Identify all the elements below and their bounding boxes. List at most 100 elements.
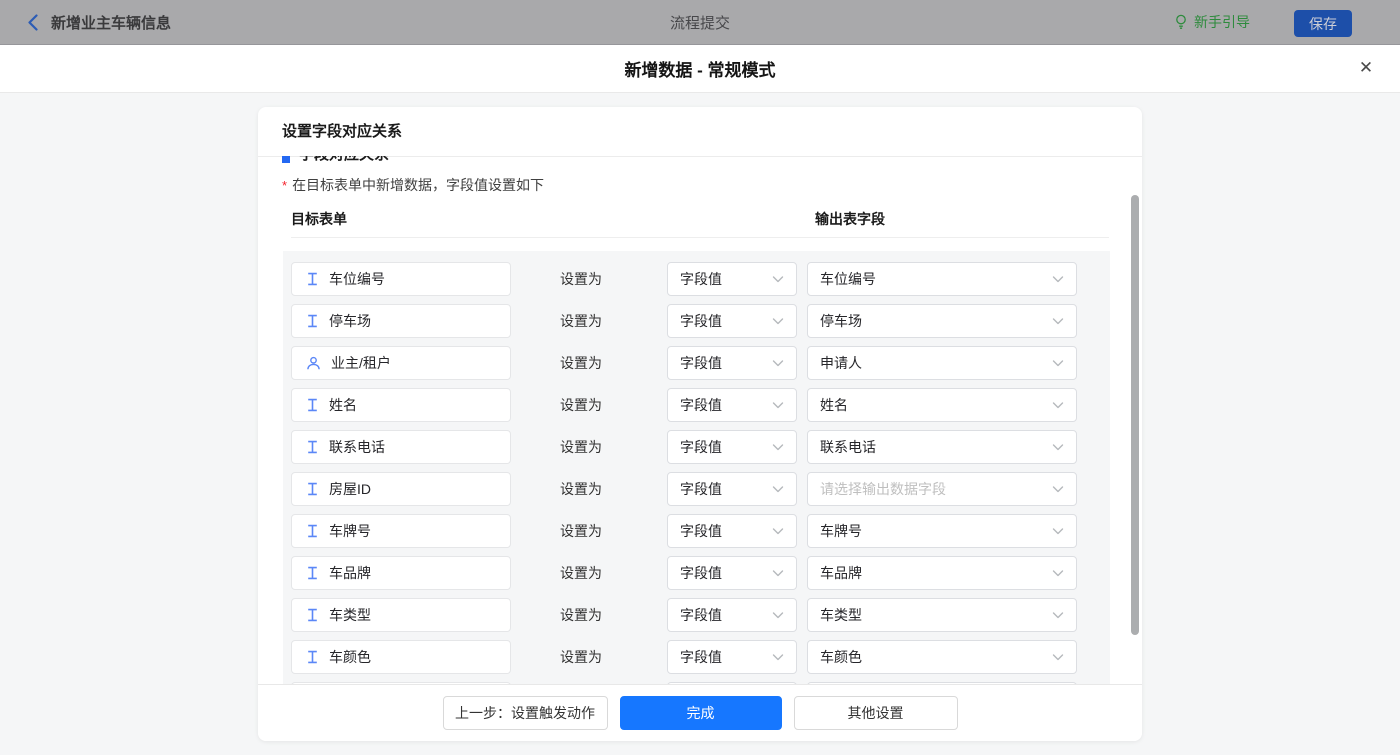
chevron-down-icon [1052, 654, 1064, 661]
panel-title: 设置字段对应关系 [258, 107, 1142, 157]
target-field[interactable]: 车位编号 [291, 262, 511, 296]
instruction-line: * 在目标表单中新增数据，字段值设置如下 [282, 175, 1142, 195]
chevron-down-icon [1052, 402, 1064, 409]
column-output-fields: 输出表字段 [815, 209, 885, 229]
target-field[interactable]: 车品牌 [291, 556, 511, 590]
target-field[interactable]: 房屋ID [291, 472, 511, 506]
output-field-value: 联系电话 [820, 437, 876, 457]
text-field-icon [306, 566, 319, 580]
chevron-down-icon [772, 570, 784, 577]
text-field-icon [306, 314, 319, 328]
output-field-value: 姓名 [820, 395, 848, 415]
chevron-down-icon [772, 360, 784, 367]
beginner-guide-link[interactable]: 新手引导 [1174, 0, 1250, 44]
set-as-label: 设置为 [560, 304, 602, 338]
target-field-label: 车类型 [329, 605, 371, 625]
set-as-label: 设置为 [560, 598, 602, 632]
output-field-select[interactable]: 联系电话 [807, 430, 1077, 464]
output-field-select[interactable]: 车牌号 [807, 514, 1077, 548]
output-field-select[interactable]: 车品牌 [807, 556, 1077, 590]
column-target-form: 目标表单 [291, 211, 347, 227]
other-settings-button[interactable]: 其他设置 [794, 696, 958, 730]
target-field-label: 车品牌 [329, 563, 371, 583]
chevron-down-icon [772, 528, 784, 535]
chevron-down-icon [772, 402, 784, 409]
beginner-guide-label: 新手引导 [1194, 12, 1250, 32]
target-field-label: 姓名 [329, 395, 357, 415]
value-type-select[interactable]: 字段值 [667, 598, 797, 632]
value-type-select[interactable]: 字段值 [667, 556, 797, 590]
value-type-select[interactable]: 字段值 [667, 430, 797, 464]
output-field-select[interactable]: 车类型 [807, 598, 1077, 632]
chevron-down-icon [772, 612, 784, 619]
target-field[interactable]: 车类型 [291, 598, 511, 632]
output-field-select[interactable]: 车颜色 [807, 640, 1077, 674]
target-field[interactable]: 姓名 [291, 388, 511, 422]
output-field-select[interactable]: 车位编号 [807, 262, 1077, 296]
mapping-rows: 车位编号 设置为 字段值 车位编号 停车场 设置为 [283, 251, 1110, 684]
value-type-label: 字段值 [680, 269, 722, 289]
person-icon [306, 356, 321, 371]
output-field-select[interactable]: 姓名 [807, 388, 1077, 422]
chevron-down-icon [1052, 444, 1064, 451]
output-field-select[interactable]: 请选择输出数据字段 [807, 472, 1077, 506]
chevron-down-icon [1052, 570, 1064, 577]
value-type-select[interactable]: 字段值 [667, 388, 797, 422]
instruction-text: 在目标表单中新增数据，字段值设置如下 [292, 177, 544, 193]
scrollbar-thumb[interactable] [1131, 195, 1139, 635]
set-as-label: 设置为 [560, 640, 602, 674]
field-mapping-row: 房屋ID 设置为 字段值 请选择输出数据字段 [283, 472, 1110, 506]
value-type-label: 字段值 [680, 647, 722, 667]
chevron-down-icon [772, 444, 784, 451]
chevron-down-icon [772, 654, 784, 661]
output-field-value: 车位编号 [820, 269, 876, 289]
chevron-down-icon [772, 276, 784, 283]
chevron-down-icon [772, 318, 784, 325]
value-type-label: 字段值 [680, 605, 722, 625]
target-field[interactable]: 停车场 [291, 304, 511, 338]
prev-step-button[interactable]: 上一步：设置触发动作 [443, 696, 608, 730]
value-type-label: 字段值 [680, 479, 722, 499]
field-mapping-row: 车品牌 设置为 字段值 车品牌 [283, 556, 1110, 590]
set-as-label: 设置为 [560, 556, 602, 590]
field-mapping-row: 车牌号 设置为 字段值 车牌号 [283, 514, 1110, 548]
target-field-label: 联系电话 [329, 437, 385, 457]
text-field-icon [306, 608, 319, 622]
value-type-select[interactable]: 字段值 [667, 346, 797, 380]
text-field-icon [306, 398, 319, 412]
target-field[interactable]: 业主/租户 [291, 346, 511, 380]
set-as-label: 设置为 [560, 472, 602, 506]
target-field-label: 停车场 [329, 311, 371, 331]
field-mapping-row: 姓名 设置为 字段值 姓名 [283, 388, 1110, 422]
value-type-select[interactable]: 字段值 [667, 262, 797, 296]
required-mark: * [282, 178, 287, 193]
save-button[interactable]: 保存 [1294, 10, 1352, 37]
target-field[interactable]: 车颜色 [291, 640, 511, 674]
modal-title: 新增数据 - 常规模式 [0, 45, 1400, 92]
section-bullet [282, 156, 290, 163]
target-field-label: 车牌号 [329, 521, 371, 541]
value-type-label: 字段值 [680, 311, 722, 331]
done-button[interactable]: 完成 [620, 696, 782, 730]
output-field-value: 申请人 [820, 353, 862, 373]
value-type-label: 字段值 [680, 437, 722, 457]
close-icon[interactable]: ✕ [1356, 58, 1376, 78]
field-mapping-row: 车位编号 设置为 字段值 车位编号 [283, 262, 1110, 296]
modal-titlebar: 新增数据 - 常规模式 ✕ [0, 45, 1400, 93]
clipped-section-heading: 字段对应关系 [282, 156, 1142, 164]
value-type-select[interactable]: 字段值 [667, 640, 797, 674]
output-field-select[interactable]: 申请人 [807, 346, 1077, 380]
target-field[interactable]: 车牌号 [291, 514, 511, 548]
value-type-select[interactable]: 字段值 [667, 472, 797, 506]
clipped-section-title: 字段对应关系 [299, 156, 389, 164]
output-field-value: 车类型 [820, 605, 862, 625]
field-mapping-row: 业主/租户 设置为 字段值 申请人 [283, 346, 1110, 380]
target-field[interactable]: 联系电话 [291, 430, 511, 464]
text-field-icon [306, 272, 319, 286]
output-field-select[interactable]: 停车场 [807, 304, 1077, 338]
app-header: 新增业主车辆信息 流程提交 新手引导 保存 [0, 0, 1400, 45]
panel-footer: 上一步：设置触发动作 完成 其他设置 [258, 684, 1142, 741]
value-type-select[interactable]: 字段值 [667, 514, 797, 548]
value-type-select[interactable]: 字段值 [667, 304, 797, 338]
chevron-down-icon [772, 486, 784, 493]
